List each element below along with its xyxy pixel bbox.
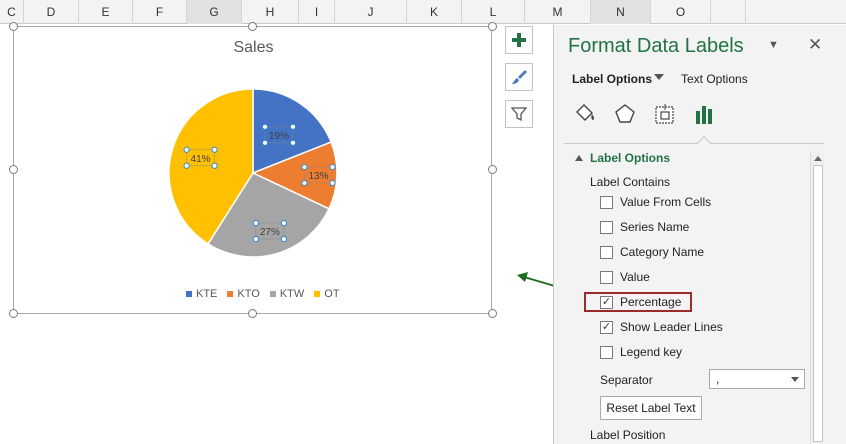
paintbrush-icon [512, 70, 527, 84]
effects-pentagon-icon[interactable] [612, 102, 638, 128]
scroll-thumb[interactable] [813, 165, 823, 442]
separator-select[interactable]: , [709, 369, 805, 389]
legend-swatch [269, 291, 276, 297]
column-header-bar: CDEFGHIJKLMNO [0, 0, 846, 24]
resize-handle-bottom-right[interactable] [488, 309, 497, 318]
legend-label: OT [324, 288, 340, 300]
legend-swatch [314, 291, 321, 297]
size-properties-icon[interactable] [652, 102, 678, 128]
format-data-labels-pane: Format Data Labels ▼ ✕ Label Options Tex… [553, 25, 846, 444]
chart-legend[interactable]: KTE KTO KTW OT [186, 288, 340, 300]
resize-handle-middle-left[interactable] [9, 165, 18, 174]
label-contains-heading: Label Contains [590, 175, 671, 189]
legend-item-kto[interactable]: KTO [227, 288, 260, 300]
chevron-down-icon[interactable] [654, 74, 664, 80]
column-header-d[interactable]: D [24, 0, 79, 24]
column-header-c[interactable]: C [0, 0, 24, 24]
resize-handle-top-right[interactable] [488, 22, 497, 31]
reset-label-text-button[interactable]: Reset Label Text [600, 396, 702, 420]
active-tab-notch [696, 135, 712, 151]
filter-icon [511, 107, 527, 122]
chart-filters-button[interactable] [505, 100, 533, 128]
checkbox-label: Value [620, 270, 650, 284]
pie-chart[interactable]: 19% 13% 27% 41% [14, 27, 493, 315]
legend-item-ot[interactable]: OT [314, 288, 340, 300]
checkbox-label: Series Name [620, 220, 690, 234]
checkbox[interactable]: ✓ [600, 320, 613, 334]
data-label-text: 41% [191, 154, 211, 165]
pane-divider [564, 143, 824, 144]
column-header-l[interactable]: L [462, 0, 525, 24]
checkbox-row-value-from-cells[interactable]: Value From Cells [600, 195, 711, 209]
pane-title: Format Data Labels [568, 35, 744, 57]
data-label-text: 19% [269, 131, 289, 142]
column-header-f[interactable]: F [133, 0, 187, 24]
column-header-g[interactable]: G [187, 0, 242, 24]
legend-label: KTW [279, 288, 305, 300]
data-label-text: 27% [260, 227, 280, 238]
checkbox[interactable] [600, 270, 613, 284]
label-options-bar-chart-icon[interactable] [692, 102, 718, 128]
resize-handle-bottom-center[interactable] [248, 309, 257, 318]
column-header-n[interactable]: N [591, 0, 651, 24]
checkbox[interactable] [600, 345, 613, 359]
column-header-j[interactable]: J [335, 0, 407, 24]
legend-item-kte[interactable]: KTE [186, 288, 217, 300]
collapse-triangle-icon[interactable] [575, 155, 583, 161]
checkbox-label: Show Leader Lines [620, 320, 723, 334]
resize-handle-middle-right[interactable] [488, 165, 497, 174]
chart-area[interactable]: Sales 19% 13% 27% 41% KTE KTO KTW OT [13, 26, 492, 314]
legend-swatch [186, 291, 192, 297]
tab-text-options[interactable]: Text Options [681, 72, 748, 86]
checkbox-row-show-leader-lines[interactable]: ✓ Show Leader Lines [600, 320, 723, 334]
separator-value: , [716, 372, 720, 386]
separator-label: Separator [600, 373, 653, 387]
chart-styles-button[interactable] [505, 63, 533, 91]
chevron-down-icon[interactable] [791, 377, 799, 382]
pane-scrollbar[interactable] [810, 151, 824, 444]
checkbox[interactable] [600, 195, 613, 209]
label-position-heading: Label Position [590, 428, 666, 442]
checkbox-row-value[interactable]: Value [600, 270, 650, 284]
column-header-h[interactable]: H [242, 0, 299, 24]
chart-elements-button[interactable] [505, 26, 533, 54]
checkbox-label: Legend key [620, 345, 683, 359]
column-header-o[interactable]: O [651, 0, 711, 24]
checkbox-row-category-name[interactable]: Category Name [600, 245, 704, 259]
legend-label: KTO [237, 288, 260, 300]
section-label-options[interactable]: Label Options [590, 151, 670, 165]
plus-icon [512, 33, 526, 47]
legend-label: KTE [196, 288, 218, 300]
checkbox[interactable] [600, 220, 613, 234]
percentage-highlight-box [584, 292, 692, 312]
fill-line-icon[interactable] [572, 102, 598, 128]
legend-swatch [227, 291, 234, 297]
checkbox-row-legend-key[interactable]: Legend key [600, 345, 682, 359]
column-header-k[interactable]: K [407, 0, 462, 24]
resize-handle-bottom-left[interactable] [9, 309, 18, 318]
column-header-e[interactable]: E [79, 0, 133, 24]
pane-options-dropdown-icon[interactable]: ▼ [768, 39, 779, 51]
data-label-text: 13% [308, 171, 328, 182]
checkbox-label: Value From Cells [620, 195, 712, 209]
checkbox-label: Category Name [620, 245, 705, 259]
close-icon[interactable]: ✕ [808, 35, 822, 55]
scroll-up-icon[interactable] [813, 153, 823, 163]
column-header-i[interactable]: I [299, 0, 335, 24]
column-header-m[interactable]: M [525, 0, 591, 24]
checkbox[interactable] [600, 245, 613, 259]
column-header-blank[interactable] [711, 0, 746, 24]
tab-label-options[interactable]: Label Options [572, 72, 652, 86]
resize-handle-top-center[interactable] [248, 22, 257, 31]
resize-handle-top-left[interactable] [9, 22, 18, 31]
checkbox-row-series-name[interactable]: Series Name [600, 220, 689, 234]
legend-item-ktw[interactable]: KTW [269, 288, 305, 300]
